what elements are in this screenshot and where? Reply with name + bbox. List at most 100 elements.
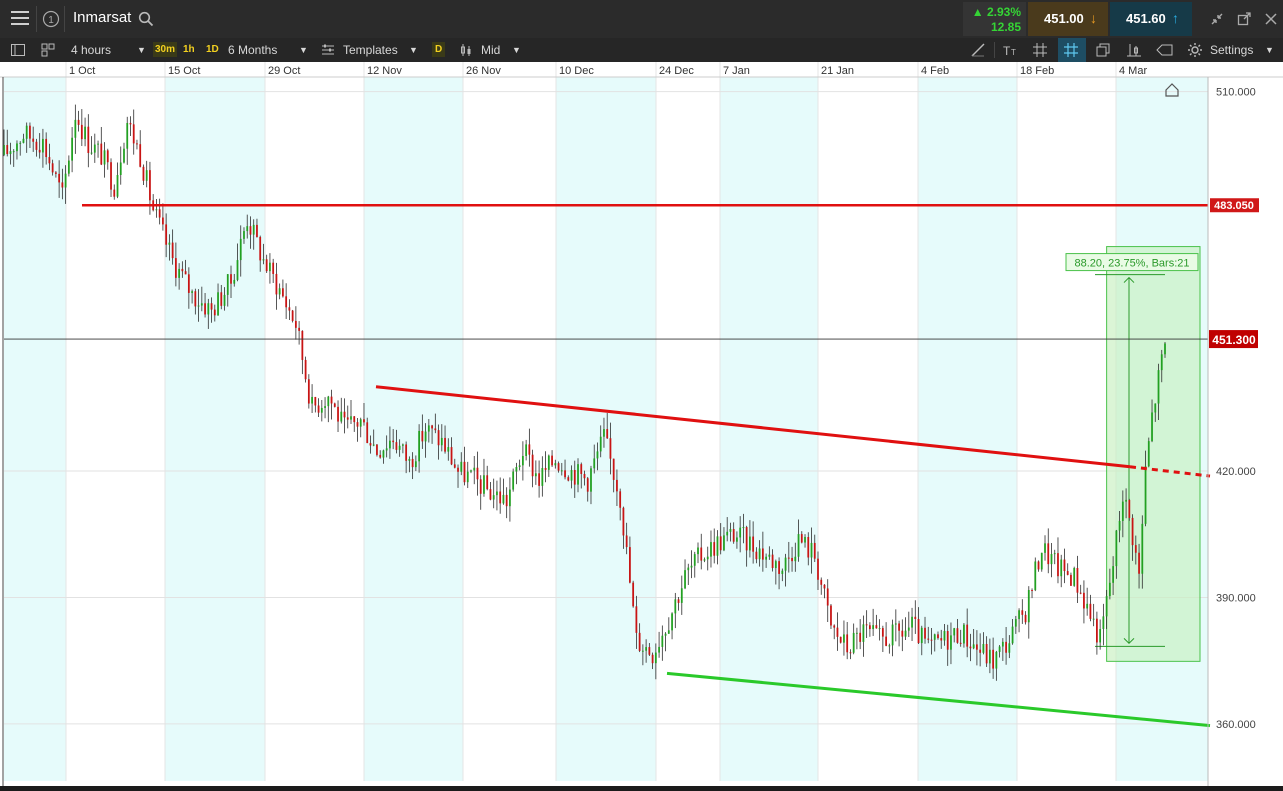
- candle-down: [1076, 568, 1079, 593]
- text-size-icon[interactable]: TT: [1002, 43, 1020, 60]
- sell-arrow-icon: ↓: [1090, 10, 1097, 26]
- candle-up: [90, 152, 93, 154]
- candle-up: [324, 406, 326, 408]
- candle-up: [998, 646, 1001, 652]
- price-chart[interactable]: 1 Oct 15 Oct 29 Oct 12 Nov 26 Nov 10 Dec 24 De…: [0, 23, 1283, 786]
- candle-up: [758, 548, 761, 560]
- candle-up: [1115, 530, 1118, 567]
- y-tick-label: 420.000: [1216, 466, 1256, 478]
- menu-icon[interactable]: [10, 9, 30, 30]
- chevron-down-icon[interactable]: ▼: [137, 38, 146, 62]
- candle-down: [282, 288, 284, 297]
- candle-up: [641, 650, 644, 652]
- gear-icon[interactable]: [1187, 42, 1203, 61]
- chart-svg[interactable]: 1 Oct 15 Oct 29 Oct 12 Nov 26 Nov 10 Dec 24 De…: [0, 23, 1283, 786]
- candle-down: [505, 494, 508, 507]
- layout-icon[interactable]: [40, 42, 56, 61]
- indicator-icon[interactable]: [1126, 42, 1142, 61]
- grid-icon[interactable]: [1032, 42, 1048, 61]
- interval-30m[interactable]: 30m: [153, 42, 178, 57]
- candle-down: [839, 636, 842, 643]
- candle-up: [236, 260, 239, 280]
- candle-up: [359, 419, 362, 427]
- candle-up: [71, 137, 73, 161]
- candle-down: [204, 303, 206, 315]
- buy-button[interactable]: 451.60 ↑: [1110, 2, 1192, 36]
- candle-down: [616, 479, 618, 492]
- candle-down: [363, 419, 365, 423]
- chevron-down-icon[interactable]: ▼: [512, 38, 521, 62]
- collapse-icon[interactable]: [1210, 12, 1224, 29]
- candle-down: [544, 468, 547, 470]
- candle-down: [917, 619, 920, 644]
- popout-icon[interactable]: [1237, 12, 1251, 29]
- candle-up: [534, 473, 537, 477]
- draw-line-icon[interactable]: [970, 42, 986, 61]
- close-icon[interactable]: [1265, 12, 1277, 28]
- candle-up: [233, 279, 236, 284]
- candle-up: [1050, 554, 1053, 565]
- instrument-name[interactable]: Inmarsat: [73, 9, 131, 26]
- candle-down: [1083, 592, 1085, 609]
- candle-up: [372, 444, 375, 446]
- candle-down: [405, 444, 408, 461]
- search-icon[interactable]: [138, 11, 154, 30]
- candle-up: [596, 451, 599, 459]
- candle-up: [178, 268, 181, 278]
- templates-icon[interactable]: [321, 43, 335, 60]
- candle-up: [389, 440, 391, 449]
- price-type-dropdown[interactable]: Mid: [481, 38, 500, 62]
- info-icon[interactable]: 1: [42, 10, 60, 31]
- interval-dropdown[interactable]: 4 hours: [71, 38, 111, 62]
- chevron-down-icon[interactable]: ▼: [409, 38, 418, 62]
- candle-down: [1089, 603, 1092, 619]
- candle-up: [570, 470, 573, 481]
- candle-up: [145, 170, 148, 181]
- templates-dropdown[interactable]: Templates: [343, 38, 398, 62]
- candle-up: [541, 468, 544, 486]
- sidebar-toggle-icon[interactable]: [10, 42, 26, 61]
- candle-down: [826, 588, 829, 606]
- candle-down: [275, 273, 278, 295]
- candle-down: [573, 470, 576, 485]
- candle-up: [385, 448, 388, 451]
- candle-up: [168, 242, 171, 245]
- candle-up: [664, 633, 667, 636]
- range-dropdown[interactable]: 6 Months: [228, 38, 277, 62]
- candle-down: [868, 625, 871, 630]
- crosshair-icon[interactable]: [1058, 38, 1086, 62]
- interval-1d[interactable]: 1D: [204, 42, 221, 57]
- eraser-icon[interactable]: [1156, 42, 1174, 61]
- candle-up: [311, 396, 313, 404]
- candle-up: [1141, 523, 1144, 574]
- candle-up: [784, 557, 787, 571]
- candle-up: [674, 599, 677, 614]
- settings-button[interactable]: Settings: [1210, 38, 1253, 62]
- candle-down: [778, 561, 780, 574]
- candle-up: [414, 461, 417, 468]
- candle-down: [531, 454, 534, 477]
- chevron-down-icon[interactable]: ▼: [299, 38, 308, 62]
- chevron-down-icon[interactable]: ▼: [1265, 38, 1274, 62]
- candle-up: [103, 150, 106, 165]
- candle-up: [590, 468, 592, 492]
- d-badge[interactable]: D: [432, 42, 446, 57]
- candle-up: [1018, 610, 1020, 620]
- candle-up: [593, 458, 596, 469]
- candle-down: [80, 124, 83, 140]
- candle-down: [959, 642, 962, 644]
- x-tick-label: 10 Dec: [559, 65, 594, 77]
- candle-up: [217, 292, 219, 316]
- buy-arrow-icon: ↑: [1172, 10, 1179, 26]
- candle-down: [54, 172, 57, 174]
- candle-down: [651, 654, 654, 664]
- copy-icon[interactable]: [1095, 42, 1111, 61]
- measure-box[interactable]: [1106, 246, 1201, 662]
- candle-down: [677, 599, 680, 603]
- candle-type-icon[interactable]: [459, 42, 475, 61]
- candle-up: [943, 631, 946, 641]
- interval-1h[interactable]: 1h: [181, 42, 197, 57]
- sell-button[interactable]: 451.00 ↓: [1028, 2, 1108, 36]
- candle-down: [142, 166, 145, 181]
- candle-down: [606, 429, 609, 439]
